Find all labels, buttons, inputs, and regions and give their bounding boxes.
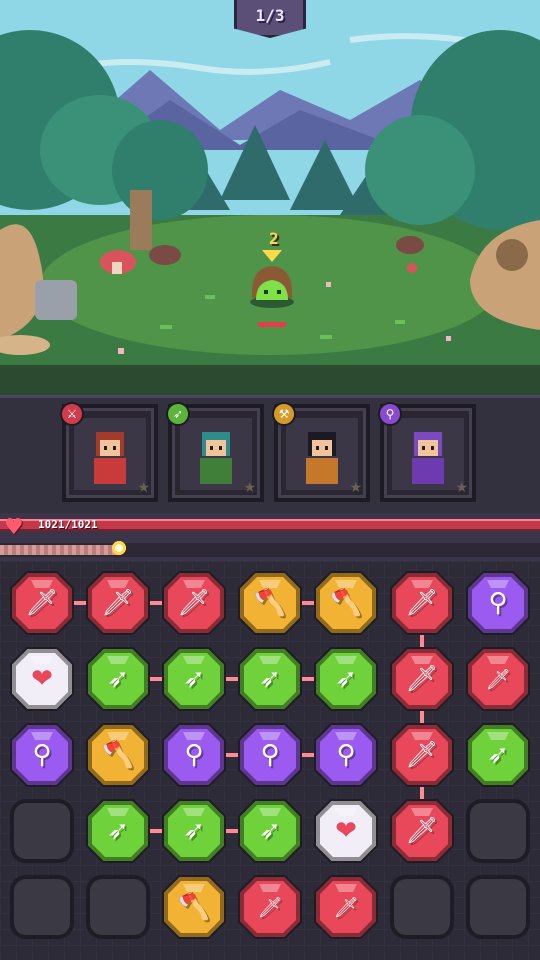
sword-icon: 🗡 — [177, 588, 211, 618]
axe-icon: 🪓 — [177, 892, 211, 922]
sword-icon: ⚔ — [60, 402, 84, 426]
axe-icon: ⚒ — [272, 402, 296, 426]
empty-tile — [85, 874, 151, 940]
hero-card-pirate[interactable]: ⚒ ★ — [272, 402, 370, 502]
enemy-turn-counter: 2 — [269, 229, 279, 248]
star-icon: ★ — [349, 480, 362, 496]
hero-card-warrior[interactable]: ⚔ ★ — [60, 402, 158, 502]
arrow-icon: ➶ — [107, 664, 129, 694]
staff-icon: ⚲ — [32, 740, 52, 770]
gem-tile-yellow-axe[interactable]: 🪓 — [161, 874, 227, 940]
party-hp-text: 1021/1021 — [38, 518, 98, 531]
staff-icon: ⚲ — [336, 740, 356, 770]
spark-icon — [109, 539, 128, 557]
arrow-icon: ➶ — [259, 664, 281, 694]
gem-tile-red-sword[interactable]: 🗡 — [85, 570, 151, 636]
gem-tile-green-arrow[interactable]: ➶ — [161, 798, 227, 864]
gem-tile-white-heart[interactable]: ❤ — [9, 646, 75, 712]
staff-icon: ⚲ — [260, 740, 280, 770]
battle-scene: 1/3 2 — [0, 0, 540, 395]
heart-icon: ❤ — [31, 664, 53, 694]
gem-tile-red-sword[interactable]: 🗡 — [389, 646, 455, 712]
gem-tile-red-sword[interactable]: 🗡 — [161, 570, 227, 636]
gem-tile-green-arrow[interactable]: ➶ — [85, 646, 151, 712]
hero-portrait-mage — [392, 418, 464, 490]
enemy-hp-bar — [258, 322, 286, 327]
star-icon: ★ — [243, 480, 256, 496]
empty-tile — [9, 798, 75, 864]
sword-icon: 🗡 — [257, 895, 283, 919]
staff-icon: ⚲ — [184, 740, 204, 770]
hero-card-archer[interactable]: ➶ ★ — [166, 402, 264, 502]
arrow-icon: ➶ — [107, 816, 129, 846]
hero-panel: ⚔ ★ ➶ ★ ⚒ ★ ⚲ ★ — [0, 395, 540, 513]
gem-tile-purple-staff[interactable]: ⚲ — [9, 722, 75, 788]
sword-icon: 🗡 — [25, 588, 59, 618]
sword-icon: 🗡 — [405, 664, 439, 694]
gem-tile-green-arrow[interactable]: ➶ — [313, 646, 379, 712]
gem-tile-red-sword[interactable]: 🗡 — [389, 570, 455, 636]
heart-icon: ♥ — [4, 515, 24, 540]
gem-tile-white-heart[interactable]: ❤ — [313, 798, 379, 864]
arrow-icon: ➶ — [166, 402, 190, 426]
heart-icon: ❤ — [335, 816, 357, 846]
empty-tile — [389, 874, 455, 940]
gem-tile-yellow-axe[interactable]: 🪓 — [237, 570, 303, 636]
gem-tile-purple-staff[interactable]: ⚲ — [465, 570, 531, 636]
party-status: ♥ 1021/1021 — [0, 513, 540, 561]
star-icon: ★ — [137, 480, 150, 496]
sword-icon: 🗡 — [405, 740, 439, 770]
gem-tile-yellow-axe[interactable]: 🪓 — [85, 722, 151, 788]
gem-tile-green-arrow[interactable]: ➶ — [237, 646, 303, 712]
hero-card-mage[interactable]: ⚲ ★ — [378, 402, 476, 502]
staff-icon: ⚲ — [378, 402, 402, 426]
gem-tile-red-sword[interactable]: 🗡 — [389, 798, 455, 864]
gem-tile-green-arrow[interactable]: ➶ — [465, 722, 531, 788]
star-icon: ★ — [455, 480, 468, 496]
sword-icon: 🗡 — [405, 588, 439, 618]
gem-tile-purple-staff[interactable]: ⚲ — [161, 722, 227, 788]
staff-icon: ⚲ — [488, 588, 508, 618]
hero-portrait-pirate — [286, 418, 358, 490]
gem-tile-red-sword-small[interactable]: 🗡 — [465, 646, 531, 712]
axe-icon: 🪓 — [253, 588, 287, 618]
skill-charge-fill — [0, 545, 119, 555]
sword-icon: 🗡 — [333, 895, 359, 919]
arrow-icon: ➶ — [183, 664, 205, 694]
gem-tile-green-arrow[interactable]: ➶ — [85, 798, 151, 864]
puzzle-board[interactable]: 🗡 🗡 🗡 🪓 🪓 🗡 ⚲ ❤ ➶ ➶ ➶ ➶ 🗡 🗡 ⚲ 🪓 ⚲ ⚲ ⚲ 🗡 ➶ ➶ ➶ ➶ ❤ 🗡 🪓 🗡 🗡 — [0, 561, 540, 960]
skill-charge-bar — [0, 539, 540, 557]
sword-icon: 🗡 — [405, 816, 439, 846]
gem-tile-purple-staff[interactable]: ⚲ — [237, 722, 303, 788]
gem-tile-yellow-axe[interactable]: 🪓 — [313, 570, 379, 636]
wave-label: 1/3 — [255, 6, 285, 25]
arrow-icon: ➶ — [335, 664, 357, 694]
gem-tile-red-sword[interactable]: 🗡 — [389, 722, 455, 788]
gem-tile-red-sword-small[interactable]: 🗡 — [237, 874, 303, 940]
empty-tile — [465, 798, 531, 864]
axe-icon: 🪓 — [329, 588, 363, 618]
hero-portrait-archer — [180, 418, 252, 490]
sword-icon: 🗡 — [485, 667, 511, 691]
forest-background — [0, 0, 540, 395]
gem-tile-red-sword[interactable]: 🗡 — [9, 570, 75, 636]
arrow-icon: ➶ — [183, 816, 205, 846]
gem-tile-green-arrow[interactable]: ➶ — [161, 646, 227, 712]
gem-tile-green-arrow[interactable]: ➶ — [237, 798, 303, 864]
gem-tile-red-sword-small[interactable]: 🗡 — [313, 874, 379, 940]
gem-tile-purple-staff[interactable]: ⚲ — [313, 722, 379, 788]
sword-icon: 🗡 — [101, 588, 135, 618]
arrow-icon: ➶ — [487, 740, 509, 770]
hero-portrait-warrior — [74, 418, 146, 490]
empty-tile — [9, 874, 75, 940]
empty-tile — [465, 874, 531, 940]
axe-icon: 🪓 — [101, 740, 135, 770]
arrow-icon: ➶ — [259, 816, 281, 846]
